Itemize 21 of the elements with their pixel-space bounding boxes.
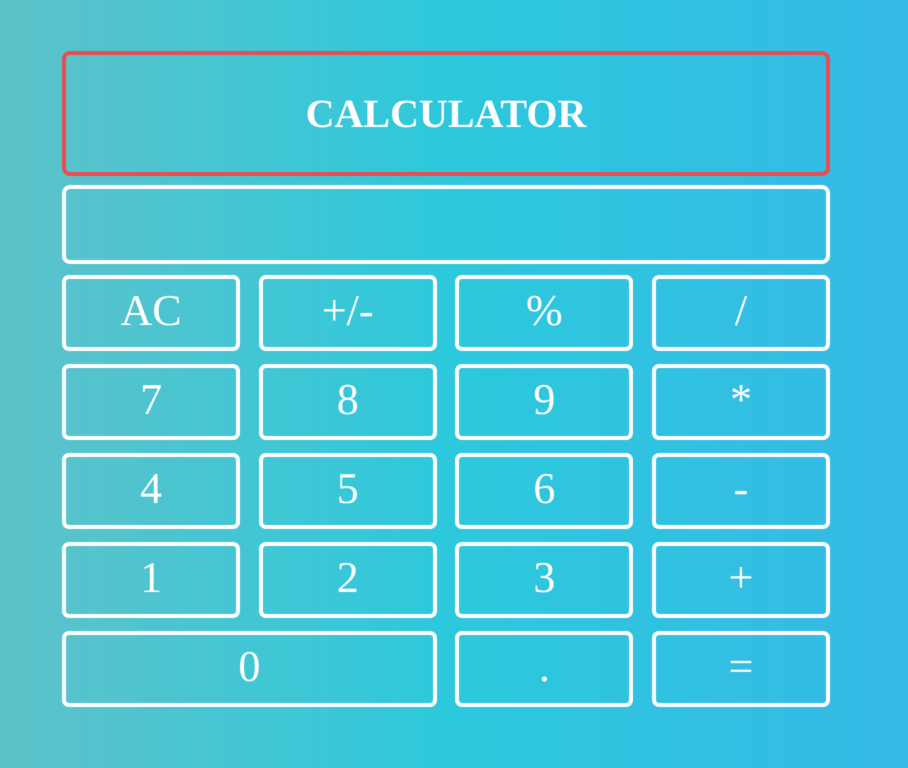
- calculator-key[interactable]: 5: [258, 453, 437, 529]
- calculator-key[interactable]: 6: [455, 453, 634, 529]
- calculator-key[interactable]: 2: [258, 542, 437, 618]
- calculator-key[interactable]: 3: [455, 542, 634, 618]
- calculator-key[interactable]: +: [652, 542, 830, 618]
- calculator-key[interactable]: 9: [455, 364, 634, 440]
- calculator-key[interactable]: 1: [62, 542, 240, 618]
- calculator-key[interactable]: 4: [62, 453, 240, 529]
- calculator-key[interactable]: -: [652, 453, 830, 529]
- calculator-title: CALCULATOR: [62, 51, 830, 176]
- calculator-key[interactable]: 7: [62, 364, 240, 440]
- calculator-key[interactable]: AC: [62, 275, 240, 351]
- display-field[interactable]: [62, 185, 830, 264]
- calculator-key[interactable]: %: [455, 275, 634, 351]
- calculator-key[interactable]: *: [652, 364, 830, 440]
- calculator-key[interactable]: .: [455, 631, 634, 707]
- calculator-key[interactable]: 0: [62, 631, 437, 707]
- calculator-key[interactable]: 8: [258, 364, 437, 440]
- calculator-key[interactable]: =: [652, 631, 830, 707]
- calculator-key[interactable]: +/-: [258, 275, 437, 351]
- calculator-key[interactable]: /: [652, 275, 830, 351]
